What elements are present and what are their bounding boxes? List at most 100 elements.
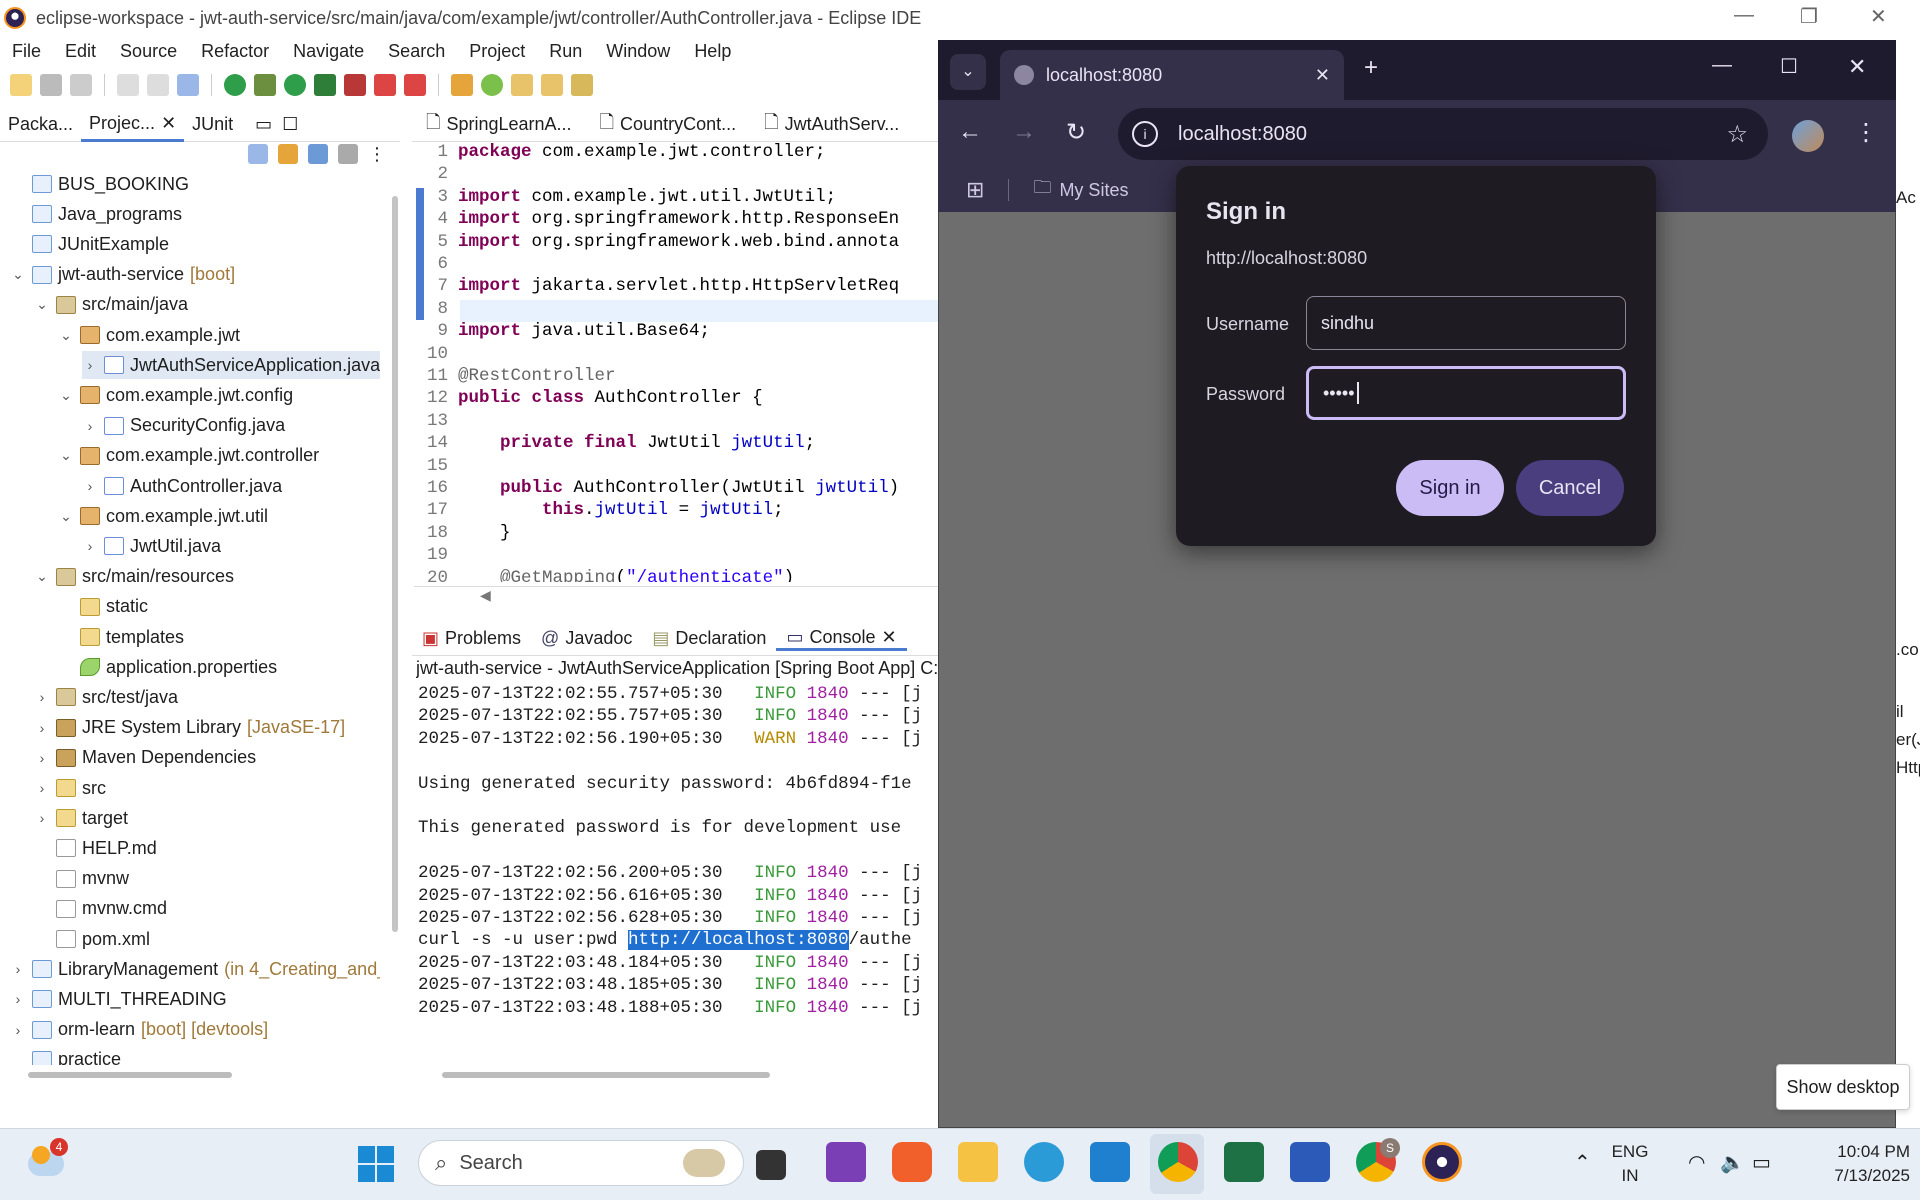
- console-output[interactable]: 2025-07-13T22:02:55.757+05:30 INFO 1840 …: [416, 684, 940, 1024]
- chrome-icon[interactable]: [1158, 1142, 1198, 1182]
- username-field[interactable]: sindhu: [1306, 296, 1626, 350]
- cancel-button[interactable]: Cancel: [1516, 460, 1624, 516]
- new-icon[interactable]: [10, 74, 32, 96]
- tab-declaration[interactable]: ▤ Declaration: [642, 628, 776, 649]
- collapsed-chevron-icon[interactable]: ›: [10, 991, 26, 1007]
- apps-grid-icon[interactable]: ⊞: [966, 177, 984, 203]
- save-icon[interactable]: [40, 74, 62, 96]
- tree-item[interactable]: Java_programs: [10, 200, 182, 228]
- focus-icon[interactable]: [338, 144, 358, 164]
- tab-problems[interactable]: ▣ Problems: [412, 628, 531, 649]
- collapsed-chevron-icon[interactable]: ›: [34, 750, 50, 766]
- tree-item[interactable]: › LibraryManagement(in 4_Creating_and_C: [10, 955, 380, 983]
- chrome-minimize-icon[interactable]: —: [1712, 54, 1732, 77]
- chrome-close-icon[interactable]: ✕: [1848, 54, 1866, 80]
- selected-url[interactable]: http://localhost:8080: [628, 930, 849, 951]
- minimize-view-icon[interactable]: ▭: [255, 114, 272, 135]
- tree-item[interactable]: HELP.md: [34, 834, 157, 862]
- forward-icon[interactable]: →: [1012, 118, 1036, 146]
- spring-boot-icon[interactable]: [224, 74, 246, 96]
- collapsed-chevron-icon[interactable]: ›: [82, 478, 98, 494]
- clock[interactable]: 10:04 PM 7/13/2025: [1790, 1140, 1910, 1188]
- undo-icon[interactable]: [117, 74, 139, 96]
- editor-tab-jwtauthservice[interactable]: 🗋 JwtAuthServ...: [750, 110, 913, 140]
- password-field[interactable]: •••••: [1306, 366, 1626, 420]
- collapsed-chevron-icon[interactable]: ›: [82, 538, 98, 554]
- collapsed-chevron-icon[interactable]: ›: [34, 810, 50, 826]
- tree-item[interactable]: › AuthController.java: [82, 472, 282, 500]
- wifi-icon[interactable]: ◠: [1688, 1150, 1705, 1175]
- tree-item[interactable]: application.properties: [58, 653, 277, 681]
- collapsed-chevron-icon[interactable]: ›: [34, 689, 50, 705]
- chrome-maximize-icon[interactable]: ☐: [1780, 54, 1798, 79]
- tab-javadoc[interactable]: @ Javadoc: [531, 628, 642, 649]
- collapse-all-icon[interactable]: [248, 144, 268, 164]
- tree-item[interactable]: BUS_BOOKING: [10, 170, 189, 198]
- code-editor[interactable]: 1 package com.example.jwt.controller; 2 3 im…: [412, 142, 940, 582]
- address-bar[interactable]: i localhost:8080 ☆: [1118, 108, 1768, 160]
- menu-run[interactable]: Run: [549, 41, 582, 62]
- onenote-icon[interactable]: [826, 1142, 866, 1182]
- collapsed-chevron-icon[interactable]: ›: [82, 418, 98, 434]
- tree-vscrollbar[interactable]: [392, 196, 398, 932]
- eclipse-close-icon[interactable]: ✕: [1870, 4, 1887, 29]
- tree-item[interactable]: › JwtAuthServiceApplication.java: [82, 351, 380, 380]
- expanded-chevron-icon[interactable]: ⌄: [34, 296, 50, 313]
- collapsed-chevron-icon[interactable]: ›: [10, 961, 26, 977]
- chrome-tab[interactable]: localhost:8080 ✕: [1000, 50, 1344, 100]
- menu-help[interactable]: Help: [694, 41, 731, 62]
- new-tab-icon[interactable]: +: [1364, 54, 1378, 82]
- editor-tab-springlearn[interactable]: 🗋 SpringLearnA...: [412, 110, 586, 140]
- show-hidden-icons-icon[interactable]: ⌃: [1574, 1150, 1591, 1175]
- tree-item[interactable]: › src: [34, 774, 106, 802]
- tab-console[interactable]: ▭ Console ✕: [776, 627, 907, 651]
- expanded-chevron-icon[interactable]: ⌄: [34, 568, 50, 585]
- tree-item[interactable]: JUnitExample: [10, 230, 169, 258]
- external-tools-icon[interactable]: [404, 74, 426, 96]
- save-all-icon[interactable]: [70, 74, 92, 96]
- collapsed-chevron-icon[interactable]: ›: [10, 1022, 26, 1038]
- volume-icon[interactable]: 🔈: [1720, 1150, 1745, 1175]
- console-hscrollbar[interactable]: [442, 1072, 770, 1078]
- terminal-icon[interactable]: [177, 74, 199, 96]
- sign-in-button[interactable]: Sign in: [1396, 460, 1504, 516]
- open-resource-icon[interactable]: [541, 74, 563, 96]
- editor-tab-countrycontroller[interactable]: 🗋 CountryCont...: [586, 110, 751, 140]
- profile-icon[interactable]: [344, 74, 366, 96]
- run-icon[interactable]: [284, 74, 306, 96]
- link-editor-icon[interactable]: [278, 144, 298, 164]
- tree-item[interactable]: › Maven Dependencies: [34, 744, 256, 772]
- eclipse-restore-icon[interactable]: ❐: [1800, 4, 1818, 29]
- tree-item[interactable]: ⌄ jwt-auth-service [boot]: [10, 261, 235, 289]
- taskbar-search[interactable]: ⌕ Search: [418, 1140, 744, 1186]
- bookmark-my-sites[interactable]: My Sites: [1059, 180, 1128, 201]
- search-tool-icon[interactable]: [571, 74, 593, 96]
- new-class-icon[interactable]: [481, 74, 503, 96]
- menu-project[interactable]: Project: [469, 41, 525, 62]
- expanded-chevron-icon[interactable]: ⌄: [58, 508, 74, 525]
- stop-icon[interactable]: [374, 74, 396, 96]
- coverage-icon[interactable]: [314, 74, 336, 96]
- weather-widget[interactable]: 4: [28, 1138, 68, 1182]
- close-icon[interactable]: ✕: [161, 113, 176, 134]
- tab-project-explorer[interactable]: Projec... ✕: [81, 107, 185, 142]
- maximize-view-icon[interactable]: ☐: [282, 114, 298, 135]
- file-explorer-icon[interactable]: [958, 1142, 998, 1182]
- expanded-chevron-icon[interactable]: ⌄: [58, 327, 74, 344]
- menu-window[interactable]: Window: [606, 41, 670, 62]
- menu-navigate[interactable]: Navigate: [293, 41, 364, 62]
- view-menu-icon[interactable]: ⋮: [368, 144, 386, 168]
- menu-file[interactable]: File: [12, 41, 41, 62]
- language-indicator[interactable]: ENG IN: [1600, 1140, 1660, 1188]
- tree-item[interactable]: pom.xml: [34, 925, 150, 953]
- tree-item[interactable]: ⌄ com.example.jwt.util: [58, 502, 268, 530]
- word-icon[interactable]: [1290, 1142, 1330, 1182]
- profile-avatar[interactable]: [1792, 120, 1824, 152]
- chrome-menu-icon[interactable]: ⋮: [1854, 118, 1878, 147]
- collapsed-chevron-icon[interactable]: ›: [34, 780, 50, 796]
- tree-item[interactable]: ⌄ com.example.jwt: [58, 321, 240, 349]
- edge-icon[interactable]: [1024, 1142, 1064, 1182]
- tree-item[interactable]: ⌄ src/main/resources: [34, 563, 234, 591]
- tree-item[interactable]: templates: [58, 623, 184, 651]
- tree-item[interactable]: static: [58, 593, 148, 621]
